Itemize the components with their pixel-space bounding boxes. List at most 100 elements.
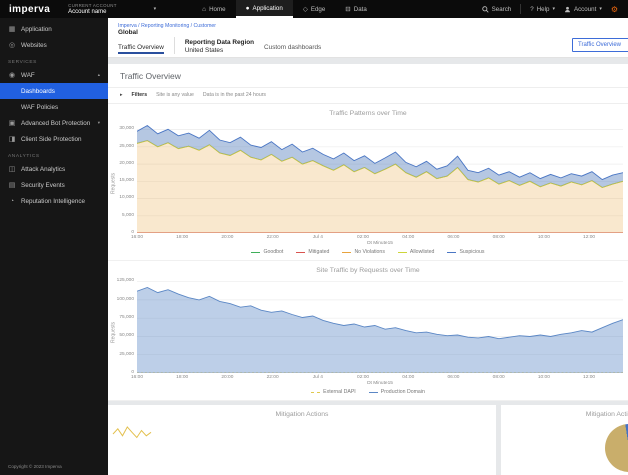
legend-production-domain[interactable]: Production Domain	[368, 389, 425, 395]
legend-mitigated[interactable]: Mitigated	[296, 249, 329, 255]
legend-label: Production Domain	[380, 389, 425, 395]
chart-title: Site Traffic by Requests over Time	[316, 267, 420, 274]
account-switcher[interactable]: CURRENT ACCOUNT Account name ▾	[60, 0, 164, 18]
legend-label: External DAPI	[323, 389, 356, 395]
y-axis-label: Requests	[110, 172, 117, 195]
chart-title: Traffic Patterns over Time	[329, 110, 407, 117]
sidebar-item-security-events[interactable]: ▤ Security Events	[0, 177, 108, 193]
sidebar-item-websites[interactable]: ◎ Websites	[0, 37, 108, 53]
tab-global[interactable]: Global Traffic Overview	[118, 29, 174, 57]
nav-data[interactable]: ⊟ Data	[335, 0, 377, 18]
filters-bar[interactable]: ▸ Filters Site is any value Data is in t…	[108, 88, 628, 104]
copyright-text: Copyright © 2023 Imperva	[8, 464, 62, 469]
sidebar-item-application[interactable]: ▦ Application	[0, 21, 108, 37]
legend-swatch	[447, 251, 457, 253]
y-tick: 5,000	[121, 212, 134, 218]
nav-data-label: Data	[353, 5, 367, 13]
legend-no-violations[interactable]: No Violations	[342, 249, 385, 255]
legend-external-dapi[interactable]: External DAPI	[311, 389, 356, 395]
nav-application[interactable]: ● Application	[235, 0, 293, 18]
sidebar-section-services: SERVICES	[8, 60, 37, 65]
bottom-tiles: Mitigation Actions Mitigation Action Bre…	[108, 401, 628, 475]
account-menu[interactable]: Account ▾	[564, 6, 602, 13]
account-menu-label: Account	[573, 5, 597, 13]
sidebar-item-label: Reputation Intelligence	[21, 197, 86, 205]
page-title: Traffic Overview	[108, 64, 628, 88]
sidebar-item-dashboards[interactable]: Dashboards	[0, 83, 108, 99]
x-tick: 16:00	[130, 375, 144, 380]
sidebar-item-label: WAF Policies	[21, 103, 59, 111]
y-tick: 100,000	[116, 296, 134, 302]
legend-swatch	[368, 391, 378, 393]
x-tick: 20:00	[221, 375, 234, 380]
filter-date: Data is in the past 24 hours	[202, 92, 267, 98]
help-label: Help	[536, 5, 550, 13]
legend-allowlisted[interactable]: Allowlisted	[397, 249, 435, 255]
y-axis-ticks: 30,000 25,000 20,000 15,000 10,000 5,000 0	[117, 121, 137, 234]
legend-label: Suspicious	[459, 249, 485, 255]
x-tick: 04:00	[402, 375, 415, 380]
collapse-icon: ▴	[97, 72, 100, 77]
chart-mitigation-action-breakdown[interactable]: Mitigation Action Breakdown	[501, 405, 628, 475]
nav-edge-label: Edge	[310, 5, 326, 13]
y-tick: 20,000	[119, 160, 134, 166]
sidebar-item-reputation-intelligence[interactable]: ◔ Reputation Intelligence	[0, 193, 108, 209]
x-tick: 12:00	[583, 235, 596, 240]
legend-goodbot[interactable]: Goodbot	[251, 249, 283, 255]
chart-legend: External DAPI Production Domain	[108, 386, 628, 399]
x-tick: 16:00	[130, 235, 144, 240]
chart-plot-area[interactable]: 16:00 18:00 20:00 22:00 Jul 4 02:00 04:00 06:00…	[131, 121, 623, 246]
y-tick: 10,000	[119, 195, 134, 201]
y-axis-ticks: 125,000 100,000 75,000 50,000 25,000 0	[116, 278, 137, 374]
legend-swatch	[342, 251, 352, 253]
help-menu[interactable]: ? Help ▾	[530, 6, 555, 13]
tab-reporting-data-region[interactable]: Reporting Data Region United States	[185, 39, 264, 58]
chart-title: Mitigation Action Breakdown	[585, 411, 628, 418]
y-tick: 75,000	[119, 314, 134, 320]
y-tick: 25,000	[119, 143, 134, 149]
current-account-label: CURRENT ACCOUNT	[68, 3, 117, 8]
tab-united-states[interactable]: United States	[185, 47, 254, 54]
filters-expand-icon[interactable]: ▸	[120, 92, 123, 98]
legend-label: Allowlisted	[409, 249, 435, 255]
expand-icon: ▾	[97, 120, 100, 125]
dashboard-header: Global Traffic Overview Reporting Data R…	[108, 29, 628, 58]
sidebar: ▦ Application ◎ Websites SERVICES ◉ WAF …	[0, 18, 108, 475]
settings-gear-icon[interactable]: ⚙	[611, 5, 618, 14]
sidebar-item-advanced-bot-protection[interactable]: ▣ Advanced Bot Protection ▾	[0, 115, 108, 131]
sidebar-item-waf-policies[interactable]: WAF Policies	[0, 99, 108, 115]
divider	[520, 4, 522, 14]
x-axis-ticks: 16:00 18:00 20:00 22:00 Jul 4 02:00 04:00 06:00…	[131, 233, 623, 241]
tab-group-title: Global	[118, 29, 138, 36]
legend-label: No Violations	[354, 249, 385, 255]
filters-label: Filters	[131, 92, 148, 98]
legend-swatch	[397, 251, 407, 253]
x-tick: Jul 4	[312, 375, 323, 380]
search-button[interactable]: Search	[481, 5, 512, 13]
topbar: imperva CURRENT ACCOUNT Account name ▾ ⌂…	[0, 0, 628, 18]
nav-edge[interactable]: ◇ Edge	[293, 0, 335, 18]
legend-label: Mitigated	[308, 249, 330, 255]
nav-home[interactable]: ⌂ Home	[192, 0, 235, 18]
chart-mitigation-actions[interactable]: Mitigation Actions	[108, 405, 496, 475]
imperva-logo[interactable]: imperva	[0, 4, 60, 15]
breadcrumb[interactable]: Imperva / Reporting Monitoring / Custome…	[108, 18, 628, 31]
legend-suspicious[interactable]: Suspicious	[447, 249, 485, 255]
tab-custom-dashboards[interactable]: Custom dashboards	[264, 44, 321, 57]
home-icon: ⌂	[202, 5, 207, 13]
sidebar-item-client-side-protection[interactable]: ◨ Client Side Protection	[0, 131, 108, 147]
tab-traffic-overview[interactable]: Traffic Overview	[118, 44, 164, 54]
edge-icon: ◇	[302, 6, 308, 13]
x-tick: 18:00	[176, 235, 189, 240]
divider	[173, 37, 175, 54]
y-tick: 30,000	[119, 126, 134, 132]
dashboard-select[interactable]: Traffic Overview	[572, 38, 628, 52]
search-icon	[481, 5, 489, 13]
sidebar-item-attack-analytics[interactable]: ◫ Attack Analytics	[0, 161, 108, 177]
sidebar-section-analytics: ANALYTICS	[8, 154, 40, 159]
chart-plot-area[interactable]: 16:00 18:00 20:00 22:00 Jul 4 02:00 04:00 06:00…	[131, 278, 623, 386]
search-label: Search	[491, 5, 512, 13]
sidebar-item-label: Attack Analytics	[21, 165, 66, 173]
sidebar-item-waf[interactable]: ◉ WAF ▴	[0, 67, 108, 83]
sidebar-item-label: Security Events	[21, 181, 65, 189]
